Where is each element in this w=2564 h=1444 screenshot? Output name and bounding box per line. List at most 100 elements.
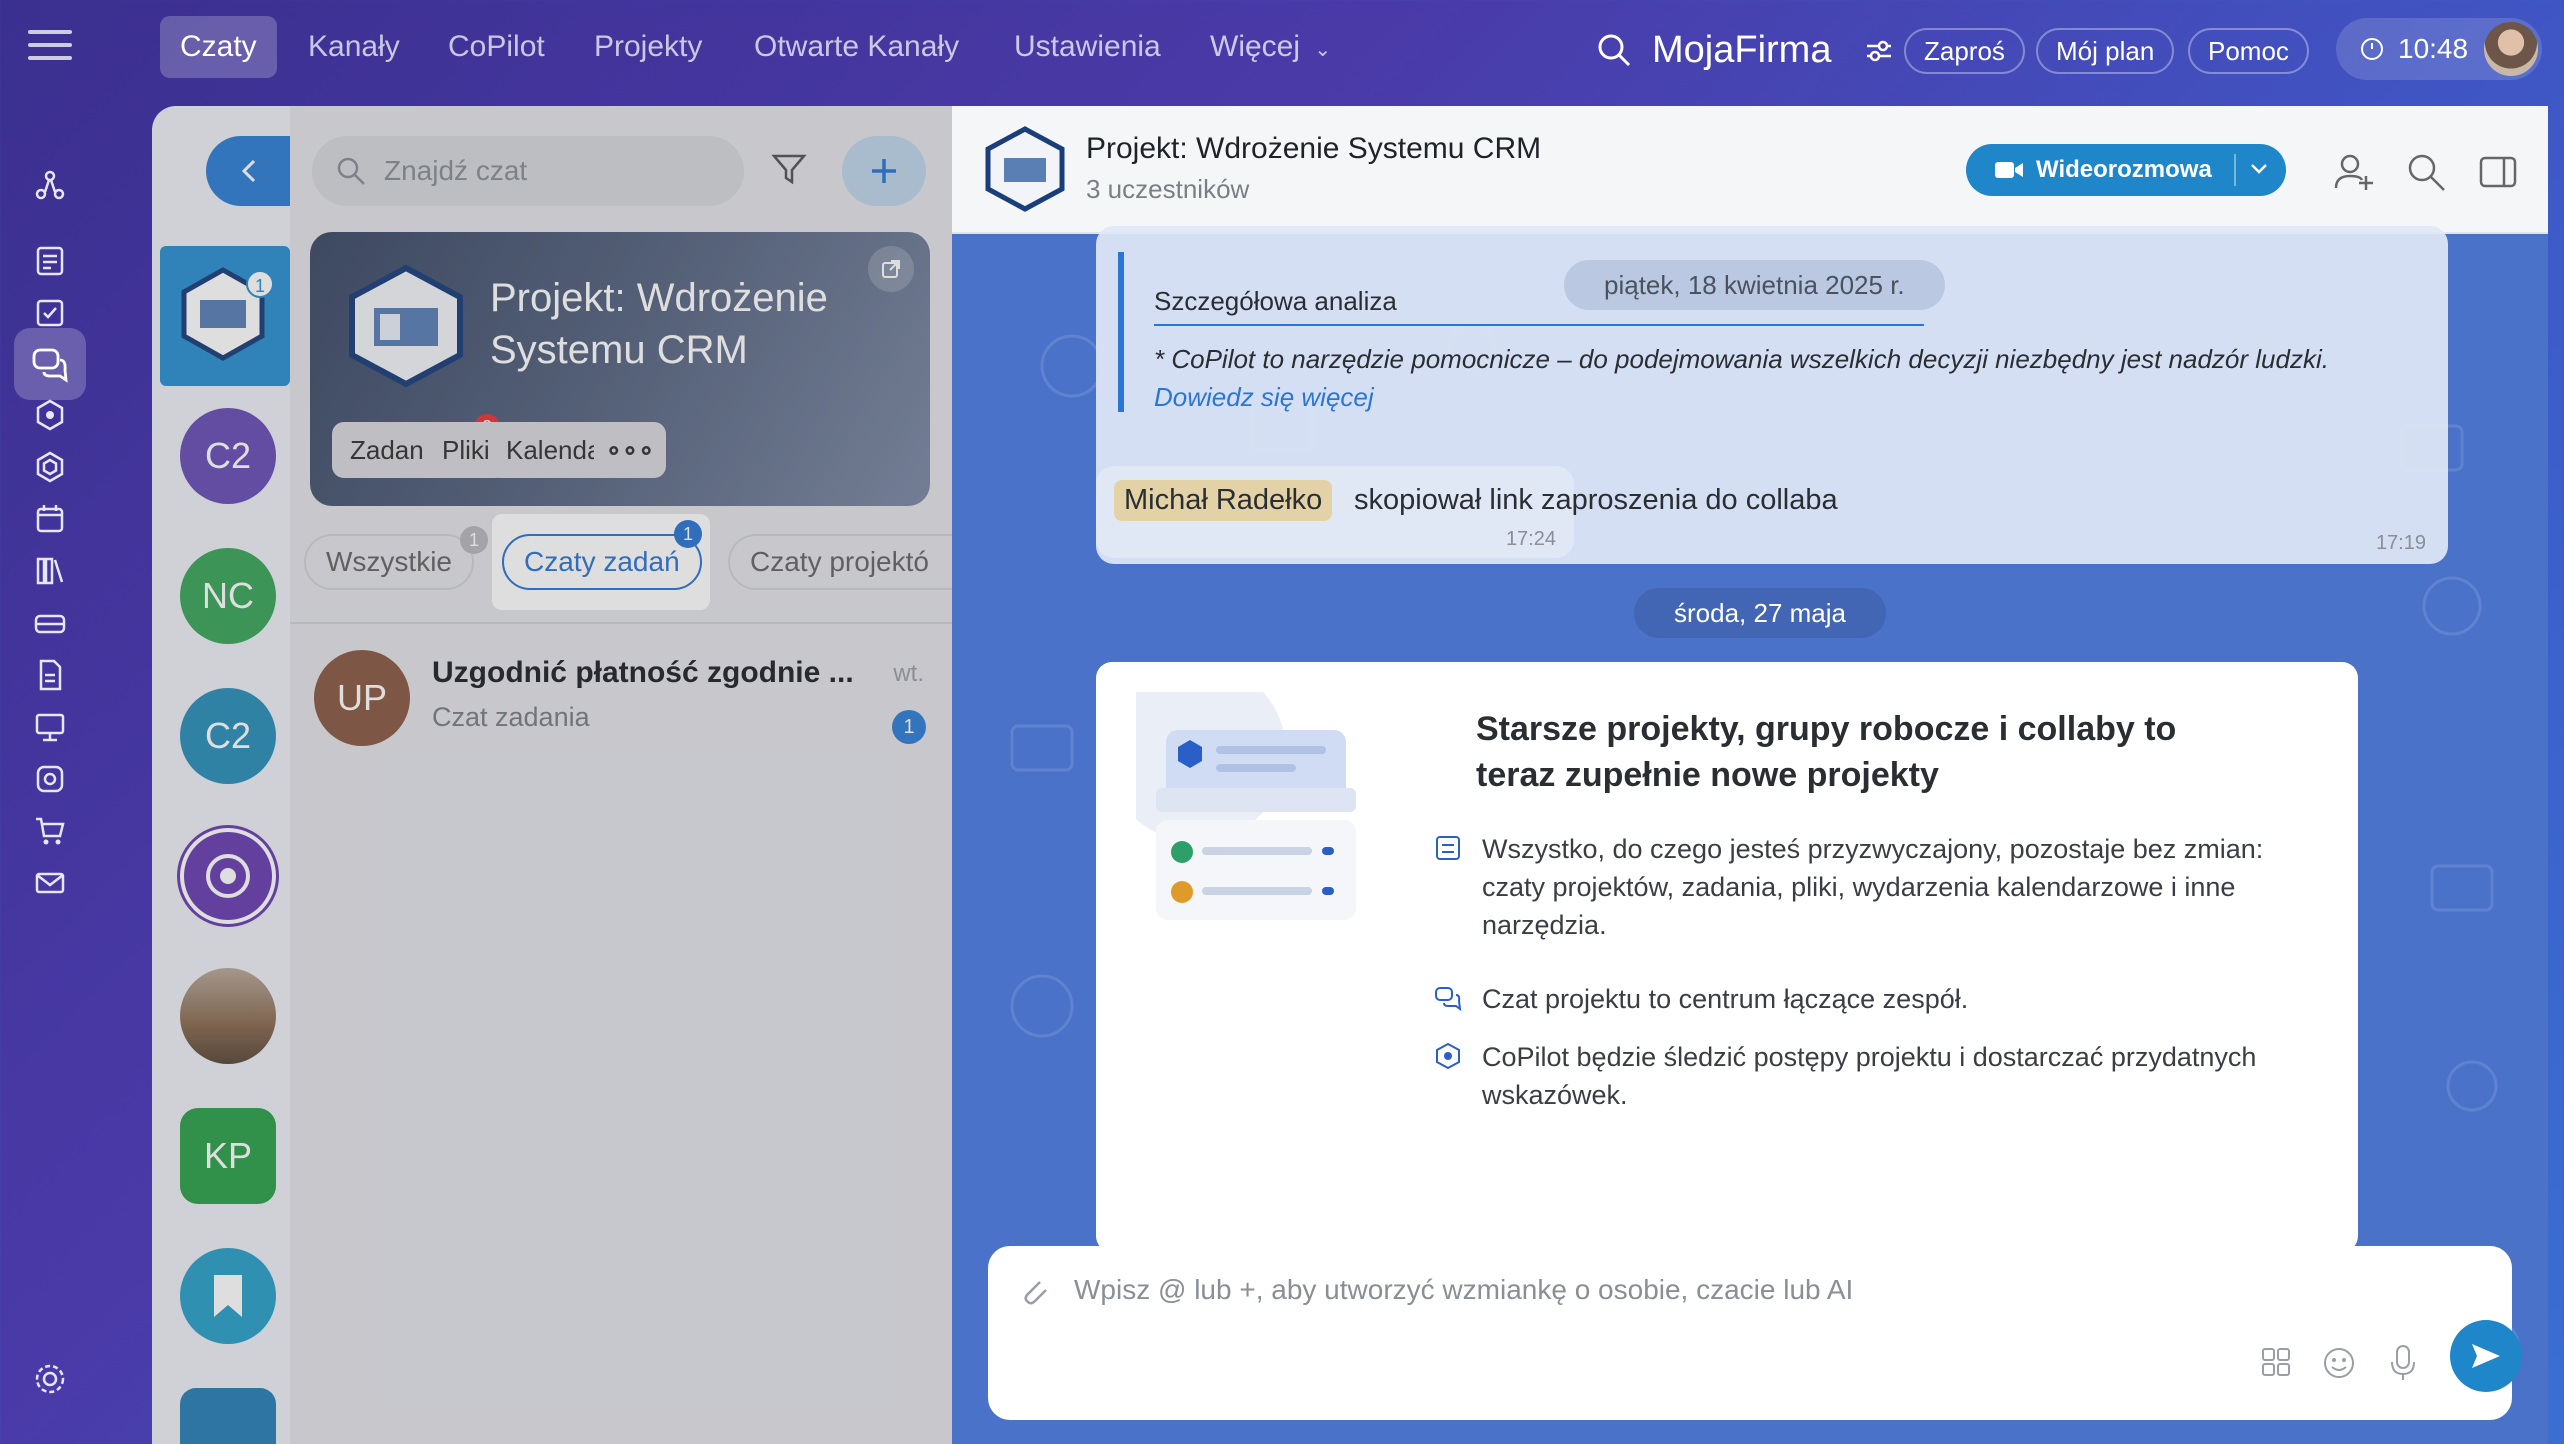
tab-more[interactable]: Więcej ⌄ — [1190, 16, 1351, 78]
project-title: Projekt: Wdrożenie Systemu CRM — [490, 276, 828, 372]
chevron-down-icon[interactable] — [2250, 162, 2268, 176]
date-separator: piątek, 18 kwietnia 2025 r. — [1564, 260, 1945, 310]
search-icon[interactable] — [1596, 32, 1632, 68]
add-chat-button[interactable] — [842, 136, 926, 206]
collapse-button[interactable] — [206, 136, 292, 206]
tab-copilot[interactable]: CoPilot — [428, 16, 565, 78]
recent-item[interactable]: C2 — [180, 408, 276, 504]
recent-item[interactable]: NC — [180, 548, 276, 644]
copilot-logo-icon — [206, 854, 250, 898]
search-input[interactable]: Znajdź czat — [312, 136, 744, 206]
list-item-name: Uzgodnić płatność zgodnie ... — [432, 656, 854, 689]
mention-user[interactable]: Michał Radełko — [1114, 480, 1333, 521]
my-plan-button[interactable]: Mój plan — [2036, 28, 2175, 74]
tab-open-channels[interactable]: Otwarte Kanały — [734, 16, 979, 78]
participants-count[interactable]: 3 uczestników — [1086, 174, 1249, 205]
left-rail — [0, 100, 100, 1444]
input-placeholder: Wpisz @ lub +, aby utworzyć wzmiankę o o… — [1074, 1274, 1854, 1305]
open-external-icon[interactable] — [868, 246, 914, 292]
chat-title[interactable]: Projekt: Wdrożenie Systemu CRM — [1086, 132, 1541, 166]
filter-project-chats[interactable]: Czaty projektó — [728, 534, 952, 590]
list-item-subtitle: Czat zadania — [432, 702, 590, 732]
clock-icon — [2361, 38, 2383, 60]
info-bullet-text: CoPilot będzie śledzić postępy projektu … — [1482, 1042, 2257, 1110]
chevron-down-icon: ⌄ — [1314, 39, 1332, 61]
mail-icon[interactable] — [25, 858, 75, 908]
flow-icon[interactable] — [25, 160, 75, 210]
hexagon-icon[interactable] — [25, 442, 75, 492]
info-bullet-text: Wszystko, do czego jesteś przyzwyczajony… — [1482, 834, 2264, 940]
company-name[interactable]: MojaFirma — [1652, 29, 1831, 72]
video-camera-icon — [1995, 162, 2023, 178]
add-user-icon[interactable] — [2332, 150, 2376, 194]
message-input[interactable]: Wpisz @ lub +, aby utworzyć wzmiankę o o… — [988, 1246, 2522, 1420]
tab-settings[interactable]: Ustawienia — [994, 16, 1181, 78]
filter-icon[interactable] — [770, 150, 808, 188]
unread-count-badge: 1 — [892, 710, 926, 744]
send-icon — [2472, 1344, 2500, 1368]
system-message: Michał Radełko skopiował link zaproszeni… — [1096, 466, 1838, 558]
heading-underline — [1154, 324, 1924, 326]
info-heading: Starsze projekty, grupy robocze i collab… — [1476, 710, 2177, 794]
presentation-icon[interactable] — [25, 702, 75, 752]
message-heading: Szczegółowa analiza — [1154, 286, 1397, 316]
recent-item-photo[interactable] — [180, 968, 276, 1064]
recent-item-copilot[interactable] — [177, 825, 279, 927]
library-icon[interactable] — [25, 546, 75, 596]
send-button[interactable] — [2450, 1320, 2522, 1392]
system-message-text: skopiował link zaproszenia do collaba — [1354, 484, 1838, 516]
copilot-disclaimer: * CoPilot to narzędzie pomocnicze – do p… — [1154, 340, 2404, 416]
tab-projects[interactable]: Projekty — [574, 16, 722, 78]
calendar-icon[interactable] — [25, 494, 75, 544]
recent-item-calendar[interactable] — [180, 1388, 276, 1444]
emoji-icon[interactable] — [2322, 1346, 2356, 1380]
list-item-date: wt. — [893, 660, 924, 687]
contact-center-icon[interactable] — [25, 754, 75, 804]
drive-icon[interactable] — [25, 598, 75, 648]
top-bar: Czaty Kanały CoPilot Projekty Otwarte Ka… — [0, 0, 2564, 100]
date-separator: środa, 27 maja — [1634, 588, 1886, 638]
recent-item-bookmark[interactable] — [180, 1248, 276, 1344]
chat-list-panel: Znajdź czat Projekt: Wdrożenie Systemu C… — [290, 106, 952, 1444]
project-hex-icon — [349, 264, 463, 388]
copilot-icon[interactable] — [25, 390, 75, 440]
filter-task-badge: 1 — [674, 520, 702, 548]
cart-icon[interactable] — [25, 806, 75, 856]
apps-grid-icon[interactable] — [2260, 1346, 2292, 1378]
recent-item-active[interactable]: 1 — [160, 246, 290, 386]
document-icon[interactable] — [25, 650, 75, 700]
project-card: Projekt: Wdrożenie Systemu CRM Zadania 2… — [310, 232, 930, 506]
help-button[interactable]: Pomoc — [2188, 28, 2309, 74]
list-item[interactable]: UP Uzgodnić płatność zgodnie ... Czat za… — [314, 650, 934, 760]
sidebar-toggle-icon[interactable] — [2476, 150, 2520, 194]
chat-panel: Projekt: Wdrożenie Systemu CRM 3 uczestn… — [952, 106, 2548, 1444]
more-options-icon[interactable]: ∘∘∘ — [594, 422, 666, 478]
tab-more-label: Więcej — [1210, 30, 1301, 63]
filter-all[interactable]: Wszystkie — [304, 534, 474, 590]
filter-task-chats[interactable]: Czaty zadań — [502, 534, 702, 590]
recent-item[interactable]: C2 — [180, 688, 276, 784]
search-icon — [337, 157, 365, 185]
tab-chats[interactable]: Czaty — [160, 16, 277, 78]
paperclip-icon[interactable] — [1016, 1274, 1052, 1310]
chat-header: Projekt: Wdrożenie Systemu CRM 3 uczestn… — [952, 106, 2548, 234]
user-avatar[interactable] — [2484, 22, 2538, 76]
divider — [290, 622, 952, 624]
clock-time: 10:48 — [2398, 33, 2469, 64]
feed-icon[interactable] — [25, 236, 75, 286]
clock-widget[interactable]: 10:48 — [2336, 18, 2542, 80]
message-time: 17:24 — [1505, 528, 1556, 550]
settings-sliders-icon[interactable] — [1864, 36, 1894, 66]
microphone-icon[interactable] — [2388, 1344, 2418, 1382]
menu-icon[interactable] — [28, 30, 72, 64]
tab-channels[interactable]: Kanały — [288, 16, 420, 78]
info-bullet: CoPilot będzie śledzić postępy projektu … — [1434, 1038, 2314, 1114]
invite-button[interactable]: Zaproś — [1904, 28, 2025, 74]
gear-icon[interactable] — [25, 1354, 75, 1404]
project-hex-icon[interactable] — [982, 126, 1068, 212]
info-card: Starsze projekty, grupy robocze i collab… — [1096, 662, 2358, 1252]
learn-more-link[interactable]: Dowiedz się więcej — [1154, 382, 1374, 412]
search-icon[interactable] — [2404, 150, 2448, 194]
video-call-button[interactable]: Wideorozmowa — [1966, 144, 2286, 196]
recent-item[interactable]: KP — [180, 1108, 276, 1204]
